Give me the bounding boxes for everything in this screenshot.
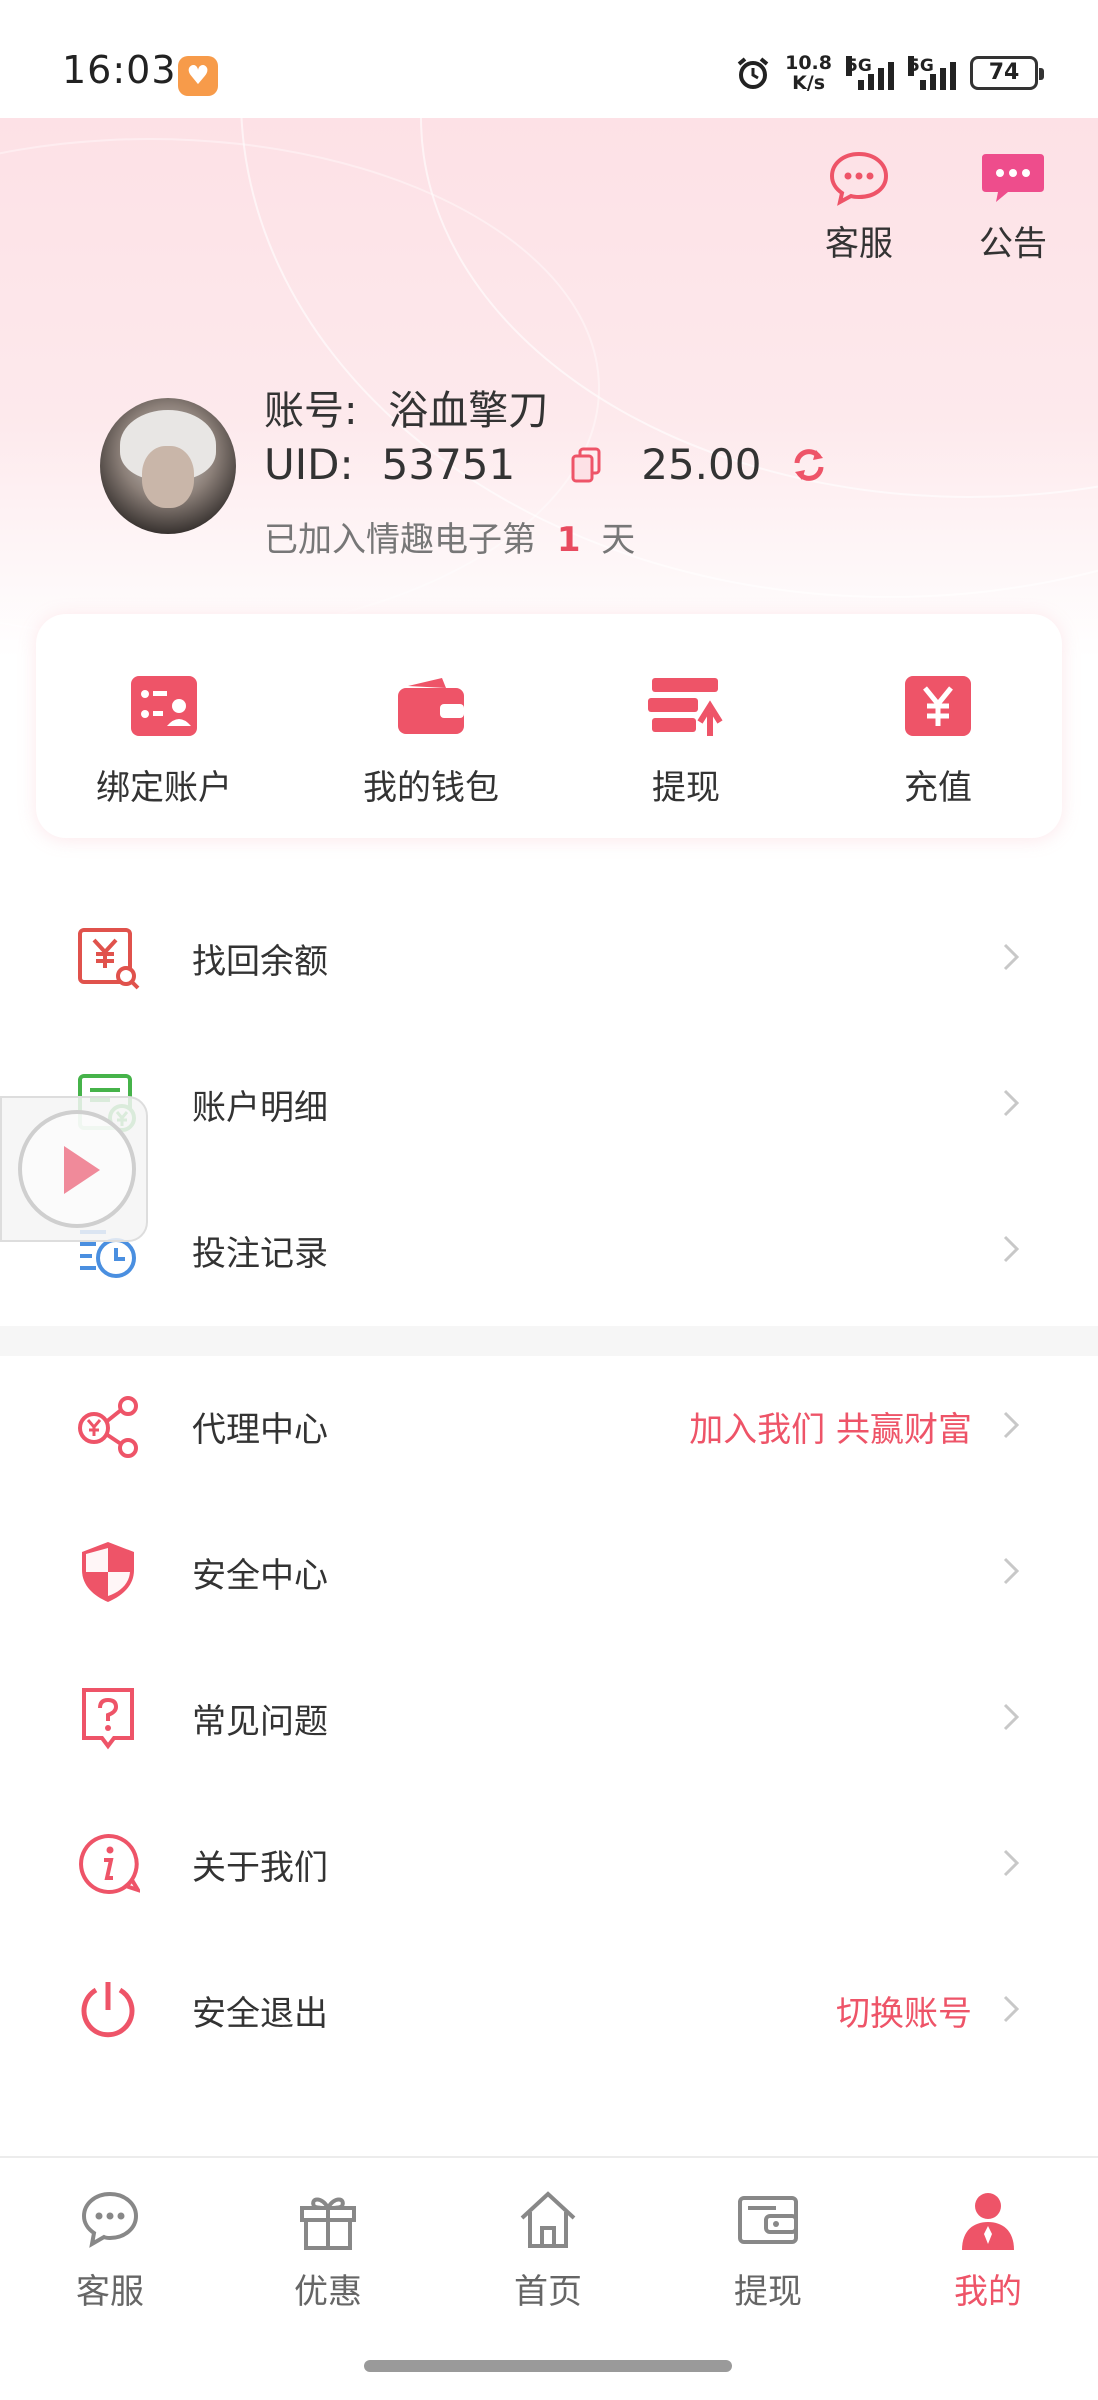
tab-label: 首页 — [514, 2272, 582, 2312]
copy-icon[interactable] — [571, 447, 601, 483]
sim1-label: 5G — [846, 56, 872, 76]
signal-sim1-icon: 5G — [846, 56, 894, 90]
profile-header-background — [0, 118, 1098, 658]
menu-item-recover-balance[interactable]: 找回余额 — [0, 886, 1098, 1032]
balance-value: 25.00 — [641, 440, 762, 489]
join-prefix: 已加入情趣电子第 — [264, 520, 536, 560]
tab-label: 我的 — [954, 2272, 1022, 2312]
recover-balance-icon — [78, 928, 140, 990]
join-days-text: 已加入情趣电子第 1 天 — [264, 512, 635, 561]
floating-play-button[interactable] — [0, 1096, 148, 1242]
menu-label: 代理中心 — [192, 1410, 328, 1450]
bind-account-icon — [131, 676, 197, 736]
network-speed-unit: K/s — [792, 72, 826, 94]
customer-service-label: 客服 — [825, 224, 893, 264]
uid-value: 53751 — [381, 440, 516, 489]
withdraw-quick-button[interactable]: 提现 — [566, 676, 806, 809]
tab-label: 提现 — [734, 2272, 802, 2312]
sim2-label: 5G — [908, 56, 934, 76]
home-indicator[interactable] — [364, 2360, 732, 2372]
account-line: 账号: 浴血擎刀 — [264, 378, 548, 436]
alarm-icon — [737, 57, 769, 89]
tab-home[interactable]: 首页 — [468, 2188, 628, 2313]
chevron-right-icon — [1003, 1557, 1020, 1585]
menu-label: 常见问题 — [192, 1702, 328, 1742]
bind-account-label: 绑定账户 — [96, 768, 232, 808]
menu-label: 安全中心 — [192, 1556, 328, 1596]
chat-bubble-icon — [81, 2191, 139, 2248]
wallet-button[interactable]: 我的钱包 — [311, 676, 551, 809]
join-suffix: 天 — [601, 520, 636, 560]
tab-label: 优惠 — [294, 2272, 362, 2312]
status-indicators: 10.8 K/s 5G 5G 74 — [735, 50, 1044, 96]
wallet-label: 我的钱包 — [363, 768, 499, 808]
bind-account-button[interactable]: 绑定账户 — [44, 676, 284, 809]
chevron-right-icon — [1003, 1235, 1020, 1263]
tab-mine[interactable]: 我的 — [908, 2188, 1068, 2313]
customer-service-button[interactable]: 客服 — [804, 150, 914, 265]
announcement-button[interactable]: 公告 — [958, 150, 1068, 265]
withdraw-quick-label: 提现 — [652, 768, 720, 808]
chevron-right-icon — [1003, 1849, 1020, 1877]
user-icon — [962, 2193, 1014, 2250]
announcement-label: 公告 — [979, 224, 1047, 264]
refresh-icon[interactable] — [789, 445, 829, 485]
chevron-right-icon — [1003, 1703, 1020, 1731]
menu-label: 关于我们 — [192, 1848, 328, 1888]
chevron-right-icon — [1003, 943, 1020, 971]
battery-icon: 74 — [970, 56, 1044, 90]
section-divider — [0, 1326, 1098, 1356]
account-name: 浴血擎刀 — [388, 388, 549, 434]
avatar[interactable] — [100, 398, 236, 534]
wallet-card-icon — [738, 2196, 798, 2244]
home-icon — [520, 2191, 576, 2248]
app-notification-icon: ♥ — [178, 56, 218, 96]
join-days-count: 1 — [556, 520, 581, 560]
tab-label: 客服 — [76, 2272, 144, 2312]
menu-item-security-center[interactable]: 安全中心 — [0, 1500, 1098, 1646]
menu-label: 账户明细 — [192, 1088, 328, 1128]
recharge-yuan-icon — [905, 676, 971, 736]
chevron-right-icon — [1003, 1089, 1020, 1117]
menu-label: 投注记录 — [192, 1234, 328, 1274]
switch-account-link[interactable]: 切换账号 — [836, 1986, 972, 2035]
menu-item-logout[interactable]: 安全退出 切换账号 — [0, 1938, 1098, 2084]
recharge-button[interactable]: 充值 — [818, 676, 1058, 809]
gift-icon — [300, 2197, 356, 2250]
wallet-icon — [398, 678, 464, 734]
quick-actions-card: 绑定账户 我的钱包 提现 充值 — [36, 614, 1062, 838]
agent-center-icon — [78, 1396, 138, 1458]
menu-item-faq[interactable]: 常见问题 — [0, 1646, 1098, 1792]
recharge-label: 充值 — [904, 768, 972, 808]
power-icon — [81, 1982, 135, 2038]
status-time: 16:03 — [62, 48, 177, 92]
menu-item-agent-center[interactable]: 代理中心 加入我们 共赢财富 — [0, 1354, 1098, 1500]
uid-line: UID: 53751 25.00 — [264, 440, 829, 489]
info-icon — [79, 1833, 140, 1894]
tab-promotions[interactable]: 优惠 — [248, 2188, 408, 2313]
menu-label: 安全退出 — [192, 1994, 328, 2034]
chat-bubble-icon — [829, 151, 889, 206]
network-speed: 10.8 K/s — [785, 53, 832, 93]
account-label: 账号: — [264, 388, 358, 434]
menu-item-bet-record[interactable]: 投注记录 — [0, 1178, 1098, 1324]
shield-icon — [82, 1542, 134, 1602]
status-bar: 16:03 ♥ 10.8 K/s 5G 5G 74 — [0, 0, 1098, 118]
uid-label: UID: — [264, 440, 354, 489]
menu-item-account-details[interactable]: 账户明细 — [0, 1032, 1098, 1178]
chevron-right-icon — [1003, 1411, 1020, 1439]
faq-icon — [82, 1688, 134, 1750]
withdraw-icon — [648, 678, 723, 736]
announcement-icon — [982, 154, 1044, 202]
menu-label: 找回余额 — [192, 942, 328, 982]
menu-item-about-us[interactable]: 关于我们 — [0, 1792, 1098, 1938]
agent-promo-text: 加入我们 共赢财富 — [689, 1410, 972, 1450]
tab-customer-service[interactable]: 客服 — [30, 2188, 190, 2313]
chevron-right-icon — [1003, 1995, 1020, 2023]
tab-withdraw[interactable]: 提现 — [688, 2188, 848, 2313]
network-speed-value: 10.8 — [785, 52, 832, 74]
play-icon — [64, 1146, 100, 1194]
signal-sim2-icon: 5G — [908, 56, 956, 90]
